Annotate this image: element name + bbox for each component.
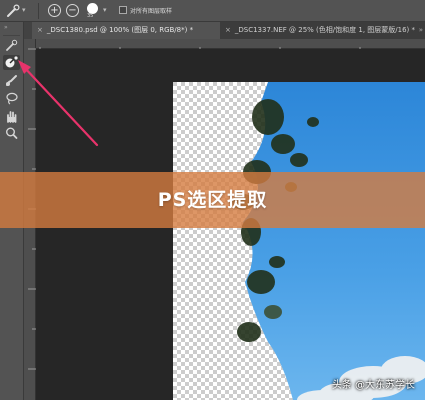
quick-selection-tool-icon[interactable] — [3, 38, 20, 53]
document-canvas[interactable] — [173, 82, 425, 400]
horizontal-ruler[interactable] — [36, 39, 425, 54]
close-icon[interactable]: × — [37, 26, 43, 34]
sample-all-layers-checkbox[interactable] — [119, 6, 127, 14]
close-icon[interactable]: × — [225, 26, 231, 34]
brush-picker-caret-icon[interactable]: ▾ — [103, 6, 107, 14]
zoom-tool-icon[interactable] — [3, 126, 20, 141]
tab-dsc1380[interactable]: × _DSC1380.psd @ 100% (图层 0, RGB/8*) * — [32, 22, 220, 39]
toolbox-divider — [3, 35, 20, 36]
subtract-from-selection-button[interactable]: − — [66, 4, 79, 17]
tab-title: _DSC1380.psd @ 100% (图层 0, RGB/8*) * — [46, 26, 194, 34]
tab-overflow-icon[interactable]: » — [419, 22, 423, 39]
brush-size-value: 35 — [87, 13, 94, 19]
sample-all-layers-label: 对所有图层取样 — [130, 8, 173, 15]
photoshop-window: ▾ + − 35 ▾ 对所有图层取样 × _DSC1380.psd @ 100% … — [0, 0, 425, 400]
banner-title: PS选区提取 — [157, 189, 268, 211]
options-bar: ▾ + − 35 ▾ 对所有图层取样 — [0, 0, 425, 22]
title-banner: PS选区提取 — [0, 172, 425, 228]
brush-tool-icon[interactable] — [3, 73, 20, 88]
options-divider — [38, 3, 39, 19]
watermark-text: 头条 @大东苏学长 — [331, 380, 415, 391]
quick-selection-tool-preset-icon[interactable] — [5, 3, 21, 19]
hand-tool-icon[interactable] — [3, 109, 20, 124]
tool-preset-caret-icon[interactable]: ▾ — [22, 6, 26, 14]
add-to-selection-button[interactable]: + — [48, 4, 61, 17]
tab-dsc1337[interactable]: × _DSC1337.NEF @ 25% (色相/饱和度 1, 图层蒙版/16) … — [220, 22, 425, 39]
toolbox-collapse-icon[interactable]: » — [4, 24, 8, 31]
tab-title: _DSC1337.NEF @ 25% (色相/饱和度 1, 图层蒙版/16) * — [234, 26, 415, 34]
document-tab-bar: × _DSC1380.psd @ 100% (图层 0, RGB/8*) * × _… — [24, 22, 425, 39]
lasso-tool-icon[interactable] — [3, 91, 20, 106]
quick-selection-brush-tool-icon[interactable] — [3, 55, 20, 70]
